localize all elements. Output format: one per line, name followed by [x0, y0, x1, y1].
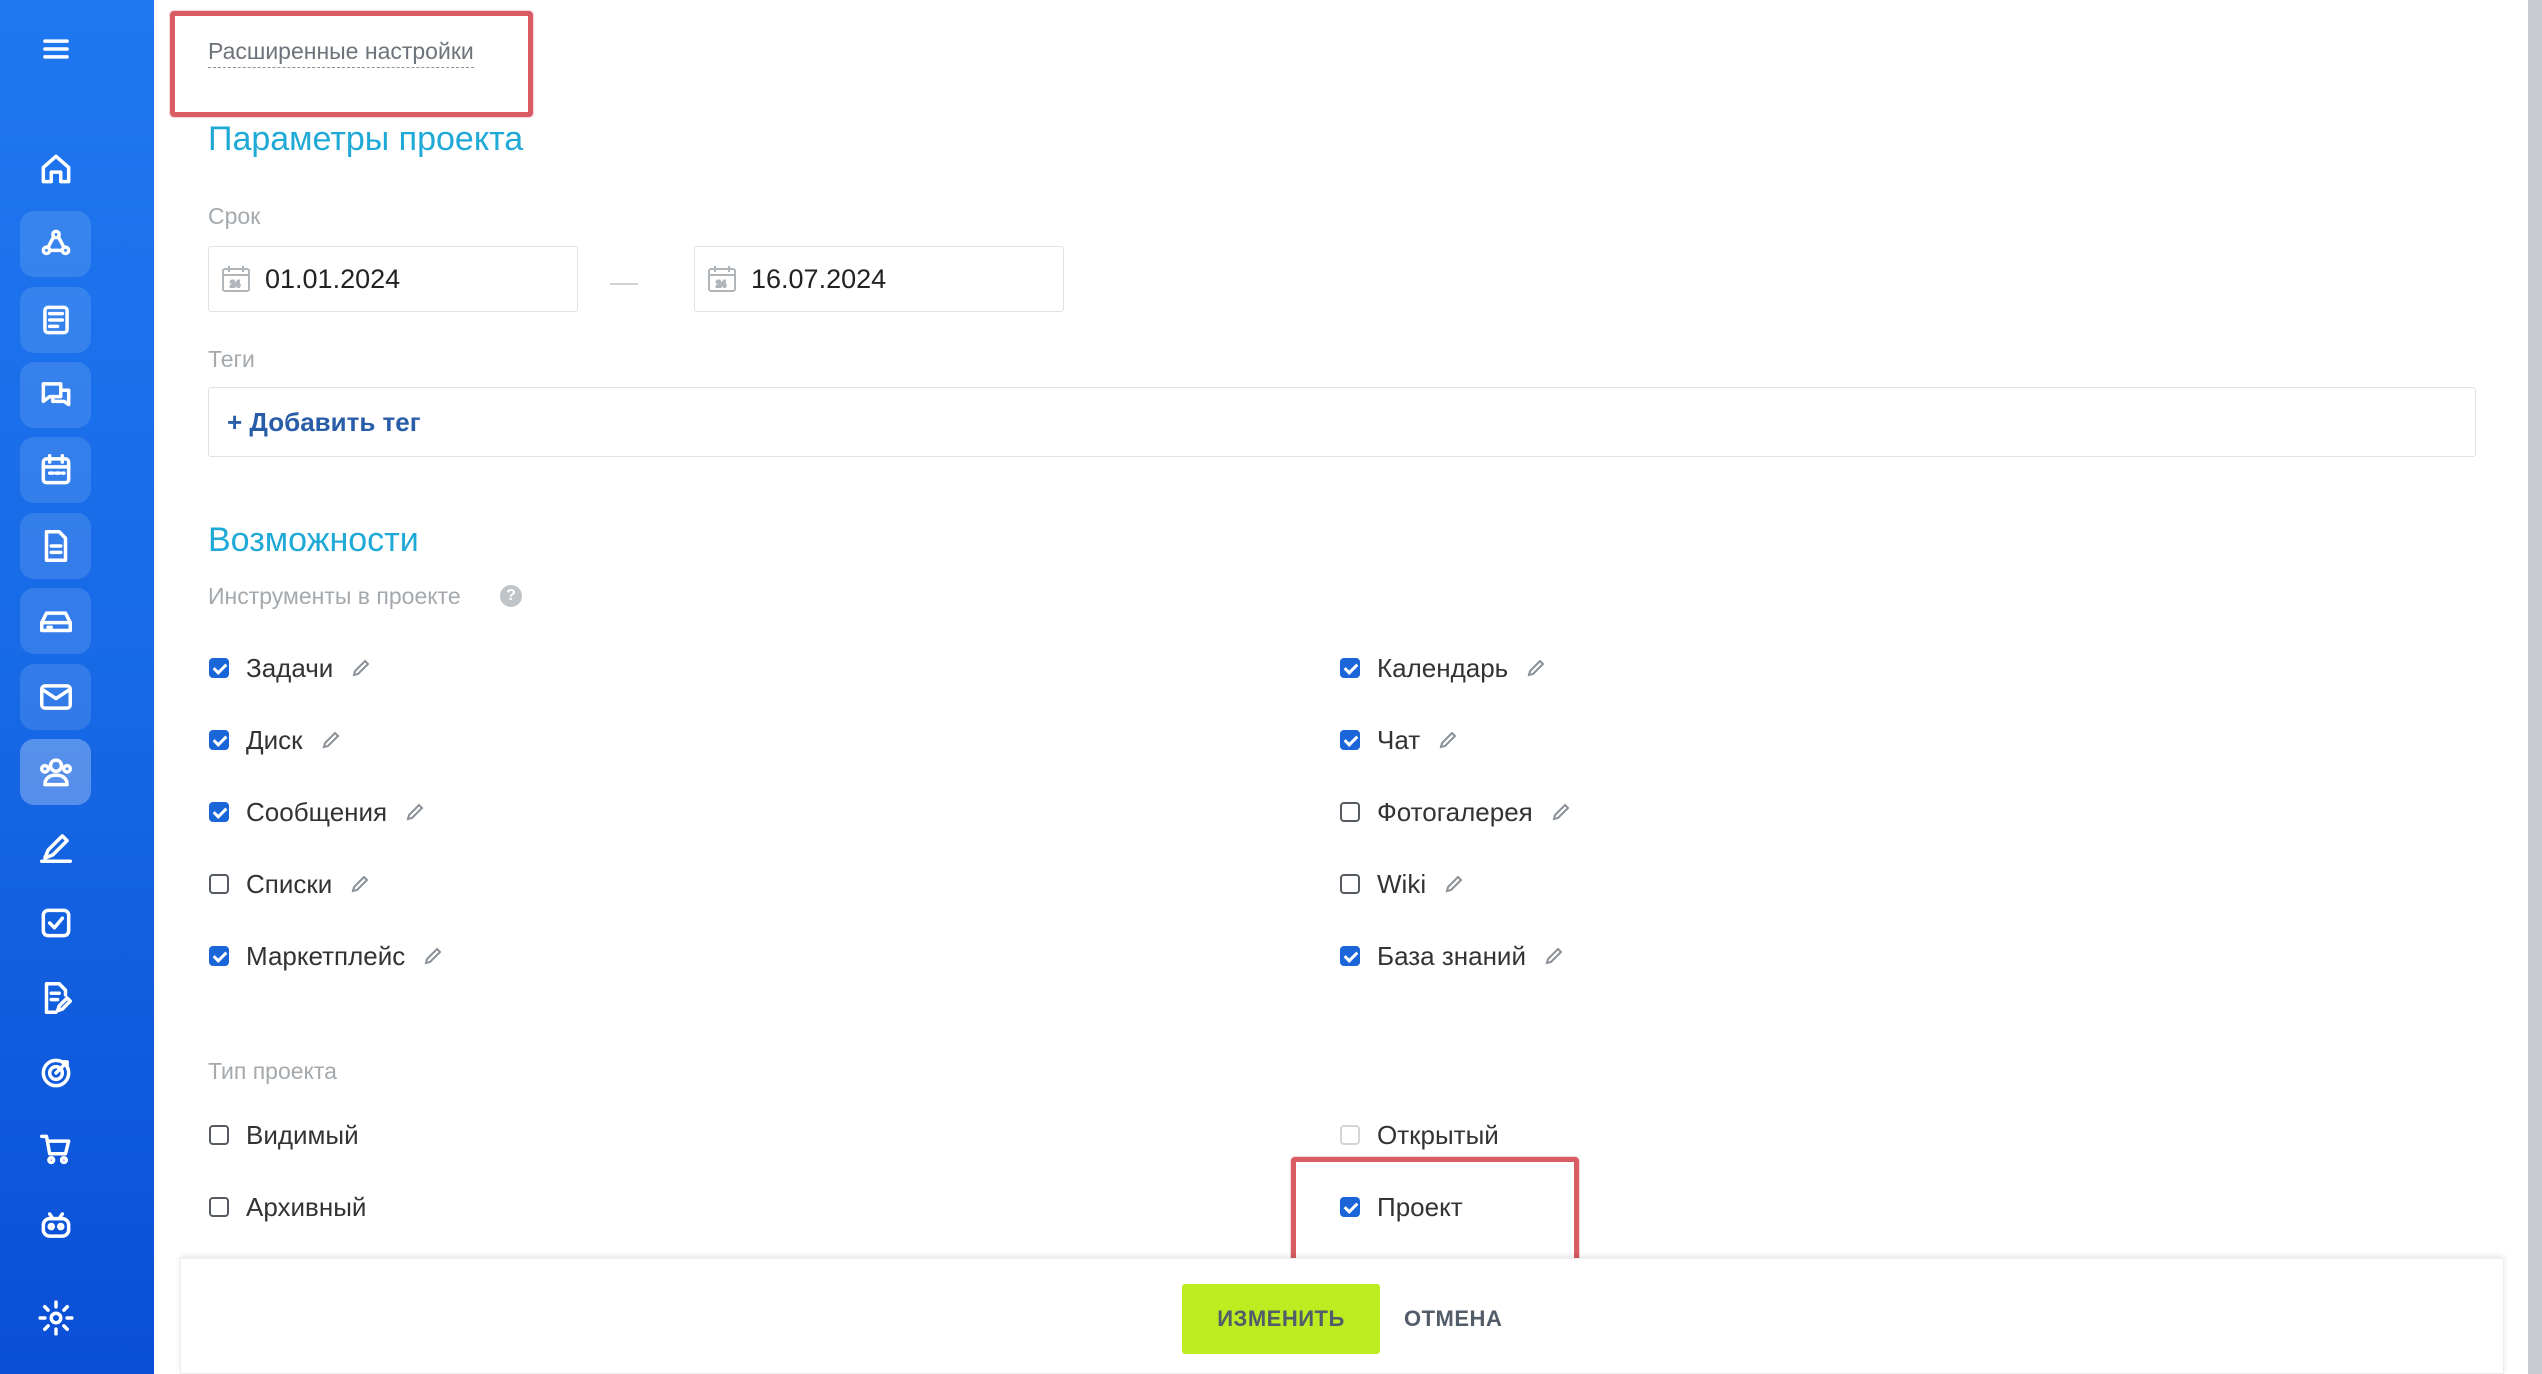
checkbox[interactable] [209, 730, 229, 750]
cancel-button[interactable]: ОТМЕНА [1394, 1284, 1512, 1354]
help-icon[interactable]: ? [500, 585, 522, 607]
tags-input[interactable]: + Добавить тег [208, 387, 2476, 457]
tools-label: Инструменты в проекте [208, 583, 461, 609]
highlight-box [170, 11, 533, 117]
pencil-icon[interactable] [351, 658, 371, 678]
tool-label: Списки [246, 868, 333, 899]
scrollbar-track[interactable] [2528, 0, 2542, 1374]
date-separator [610, 283, 638, 285]
checkbox[interactable] [209, 874, 229, 894]
date-to-input[interactable]: 24 16.07.2024 [694, 246, 1064, 312]
tool-label: Чат [1377, 724, 1421, 755]
section-title-params: Параметры проекта [208, 120, 524, 158]
checkbox[interactable] [1340, 874, 1360, 894]
pencil-icon[interactable] [321, 730, 341, 750]
calendar-small-icon: 24 [222, 266, 250, 292]
section-title-features: Возможности [208, 521, 419, 559]
project-type-label: Тип проекта [208, 1058, 337, 1084]
cart-icon[interactable] [20, 1116, 91, 1182]
pencil-icon[interactable] [1444, 874, 1464, 894]
pencil-icon[interactable] [1551, 802, 1571, 822]
tool-label: Фотогалерея [1377, 796, 1533, 827]
tool-knowledge-base[interactable]: База знаний [1340, 936, 1564, 976]
checkbox[interactable] [209, 946, 229, 966]
type-label: Архивный [246, 1191, 367, 1222]
svg-text:24: 24 [716, 279, 726, 289]
highlight-box [1291, 1157, 1579, 1263]
pencil-icon[interactable] [1526, 658, 1546, 678]
tool-marketplace[interactable]: Маркетплейс [209, 936, 443, 976]
tool-label: Задачи [246, 652, 334, 683]
tool-photogallery[interactable]: Фотогалерея [1340, 792, 1571, 832]
type-visible[interactable]: Видимый [209, 1115, 359, 1155]
tool-disk[interactable]: Диск [209, 720, 341, 760]
term-label: Срок [208, 203, 261, 229]
robot-icon[interactable] [20, 1192, 91, 1258]
pencil-icon[interactable] [1544, 946, 1564, 966]
sidebar [0, 0, 154, 1374]
checkbox[interactable] [1340, 658, 1360, 678]
checkbox[interactable] [209, 802, 229, 822]
tool-lists[interactable]: Списки [209, 864, 370, 904]
mail-icon[interactable] [20, 664, 91, 730]
tool-label: Диск [246, 724, 303, 755]
drive-icon[interactable] [20, 588, 91, 654]
pencil-icon[interactable] [423, 946, 443, 966]
checkbox[interactable] [1340, 802, 1360, 822]
tool-wiki[interactable]: Wiki [1340, 864, 1464, 904]
tool-label: Календарь [1377, 652, 1509, 683]
checkbox[interactable] [1340, 946, 1360, 966]
chat-icon[interactable] [20, 362, 91, 428]
calendar-small-icon: 24 [708, 266, 736, 292]
checkbox[interactable] [209, 1125, 229, 1145]
pencil-icon[interactable] [405, 802, 425, 822]
svg-text:24: 24 [230, 279, 240, 289]
tool-label: Маркетплейс [246, 940, 406, 971]
type-label: Видимый [246, 1119, 359, 1150]
tool-label: Wiki [1377, 868, 1427, 899]
date-from-input[interactable]: 24 01.01.2024 [208, 246, 578, 312]
checkbox[interactable] [1340, 1125, 1360, 1145]
document-edit-icon[interactable] [20, 965, 91, 1031]
home-icon[interactable] [20, 136, 91, 202]
save-button[interactable]: ИЗМЕНИТЬ [1182, 1284, 1380, 1354]
type-open[interactable]: Открытый [1340, 1115, 1499, 1155]
target-icon[interactable] [20, 1040, 91, 1106]
settings-icon[interactable] [20, 1285, 91, 1351]
crm-icon[interactable] [20, 211, 91, 277]
tool-messages[interactable]: Сообщения [209, 792, 425, 832]
type-archived[interactable]: Архивный [209, 1187, 366, 1227]
tool-label: Сообщения [246, 796, 388, 827]
add-tag-button[interactable]: + Добавить тег [227, 407, 421, 438]
tool-label: База знаний [1377, 940, 1526, 971]
checkbox[interactable] [209, 658, 229, 678]
type-label: Открытый [1377, 1119, 1499, 1150]
pencil-icon[interactable] [350, 874, 370, 894]
tool-calendar[interactable]: Календарь [1340, 648, 1546, 688]
date-from-value: 01.01.2024 [265, 263, 401, 294]
sign-icon[interactable] [20, 814, 91, 880]
tasks-icon[interactable] [20, 890, 91, 956]
document-icon[interactable] [20, 513, 91, 579]
news-feed-icon[interactable] [20, 287, 91, 353]
pencil-icon[interactable] [1438, 730, 1458, 750]
calendar-icon[interactable] [20, 437, 91, 503]
date-to-value: 16.07.2024 [751, 263, 887, 294]
checkbox[interactable] [209, 1197, 229, 1217]
tags-label: Теги [208, 346, 255, 372]
groups-icon[interactable] [20, 739, 91, 805]
menu-icon[interactable] [20, 16, 91, 82]
tool-tasks[interactable]: Задачи [209, 648, 371, 688]
tool-chat[interactable]: Чат [1340, 720, 1458, 760]
checkbox[interactable] [1340, 730, 1360, 750]
